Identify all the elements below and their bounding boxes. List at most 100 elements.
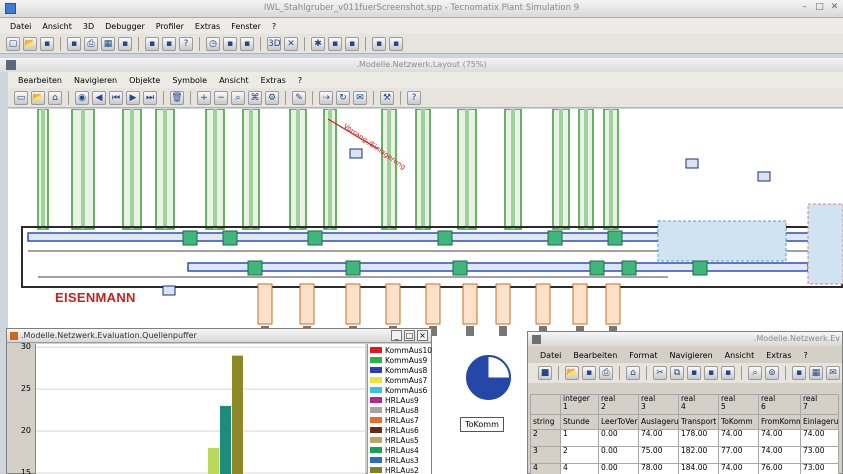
open-icon[interactable]: 📂 [565,366,579,380]
table-menu-[interactable]: ? [804,351,808,360]
table-cell[interactable]: real 4 [678,394,719,415]
close-icon[interactable]: ✕ [830,3,839,12]
close-button[interactable]: × [417,330,428,341]
table-cell[interactable]: 74.00 [800,429,839,447]
stopwatch-icon[interactable]: ▪ [223,36,237,51]
bug-icon[interactable]: ✱ [311,36,325,51]
table-cell[interactable]: 74.00 [718,429,759,447]
row-header-cell[interactable]: 4 [530,463,561,474]
save-icon[interactable]: ▪ [582,366,596,380]
app-menu-debugger[interactable]: Debugger [105,22,145,31]
settings-icon[interactable]: ⚙ [265,90,279,105]
cross-icon[interactable]: ✕ [284,36,298,51]
copy-icon[interactable]: ⧉ [670,366,684,380]
table-cell[interactable]: 73.00 [800,463,839,474]
table-cell[interactable]: 2 [560,446,599,464]
table-cell[interactable]: real 7 [800,394,839,415]
table-cell[interactable]: Stunde [560,414,599,430]
layout-menu-symbole[interactable]: Symbole [172,76,207,85]
maximize-button[interactable]: □ [404,330,415,341]
clock-icon[interactable]: ◷ [206,36,220,51]
layout-menu-[interactable]: ? [298,76,302,85]
table-cell[interactable]: 0.00 [598,429,639,447]
table-cell[interactable]: real 3 [638,394,679,415]
layout-menu-extras[interactable]: Extras [261,76,286,85]
find-icon[interactable]: ⌕ [231,90,245,105]
table-cell[interactable]: 178.00 [678,429,719,447]
table-cell[interactable]: 1 [560,429,599,447]
table-cell[interactable]: real 2 [598,394,639,415]
binoculars-icon[interactable]: ⊚ [765,366,779,380]
table-cell[interactable]: 0.00 [598,446,639,464]
insert-icon[interactable]: ▪ [721,366,735,380]
table-cell[interactable]: real 5 [718,394,759,415]
paste-icon[interactable]: ▪ [687,366,701,380]
play-icon[interactable]: ▶ [126,90,140,105]
app-menu-fenster[interactable]: Fenster [231,22,261,31]
table-cell[interactable]: FromKomm [758,414,801,430]
data-table[interactable]: integer 1 real 2 real 3 real 4 real 5 real 6r… [530,394,839,474]
row-header-cell[interactable]: string [530,414,561,430]
layout-menu-ansicht[interactable]: Ansicht [219,76,249,85]
debug-icon[interactable]: ▪ [328,36,342,51]
table-cell[interactable]: Einlagerun [800,414,839,430]
find-icon[interactable]: ⌕ [748,366,762,380]
table-cell[interactable]: LeerToVer [598,414,639,430]
minimize-button[interactable]: _ [391,330,402,341]
table-cell[interactable]: 73.00 [800,446,839,464]
hierarchy-icon[interactable]: ⌘ [248,90,262,105]
table-cell[interactable]: 0.00 [598,463,639,474]
help-icon[interactable]: ? [179,36,193,51]
table-cell[interactable]: 74.00 [758,446,801,464]
table-cell[interactable]: 4 [560,463,599,474]
table-cell[interactable]: 74.00 [638,429,679,447]
library-icon[interactable]: ▪ [145,36,159,51]
table-cell[interactable]: Auslageru [638,414,679,430]
app-menu-3d[interactable]: 3D [83,22,94,31]
table-menu-datei[interactable]: Datei [540,351,561,360]
open-icon[interactable]: 📂 [31,90,45,105]
screen-icon[interactable]: ▪ [372,36,386,51]
tools-icon[interactable]: ▪ [240,36,254,51]
select-icon[interactable]: ▭ [14,90,28,105]
table-cell[interactable]: ToKomm [718,414,759,430]
zoom-out-icon[interactable]: − [214,90,228,105]
init-icon[interactable]: ◉ [75,90,89,105]
zoom-in-icon[interactable]: + [197,90,211,105]
app-menu-[interactable]: ? [272,22,276,31]
table-cell[interactable]: 77.00 [718,446,759,464]
print-icon[interactable]: ⎙ [599,366,613,380]
table-cell[interactable]: 74.00 [758,429,801,447]
step-icon[interactable]: ⏭ [143,90,157,105]
comment-icon[interactable]: ✉ [353,90,367,105]
window2-icon[interactable]: ▪ [389,36,403,51]
turn-icon[interactable]: ↻ [336,90,350,105]
table-menu-bearbeiten[interactable]: Bearbeiten [573,351,617,360]
profile-icon[interactable]: ▪ [345,36,359,51]
save-all-icon[interactable]: ▪ [67,36,81,51]
app-menu-ansicht[interactable]: Ansicht [42,22,72,31]
layout-menu-bearbeiten[interactable]: Bearbeiten [18,76,62,85]
row-header-cell[interactable]: 2 [530,429,561,447]
maximize-icon[interactable]: □ [815,3,824,12]
home-icon[interactable]: ⌂ [48,90,62,105]
table-cell[interactable]: Transport [678,414,719,430]
layout-menu-navigieren[interactable]: Navigieren [74,76,117,85]
3d-icon[interactable]: 3D [267,36,281,51]
comment-icon[interactable]: ✉ [826,366,840,380]
row-header-cell[interactable]: 3 [530,446,561,464]
window-icon[interactable]: ▪ [118,36,132,51]
reset-icon[interactable]: ◀ [92,90,106,105]
minimize-icon[interactable]: – [800,3,809,12]
save-icon[interactable]: ▪ [40,36,54,51]
connect-icon[interactable]: ⇢ [319,90,333,105]
layout-menu-objekte[interactable]: Objekte [129,76,160,85]
table-cell[interactable]: 184.00 [678,463,719,474]
table-menu-navigieren[interactable]: Navigieren [670,351,713,360]
print-icon[interactable]: ⎙ [84,36,98,51]
table-menu-ansicht[interactable]: Ansicht [725,351,755,360]
help-icon[interactable]: ? [407,90,421,105]
open-icon[interactable]: 📂 [23,36,37,51]
stop-icon[interactable]: ■ [538,366,552,380]
table-cell[interactable]: real 6 [758,394,801,415]
